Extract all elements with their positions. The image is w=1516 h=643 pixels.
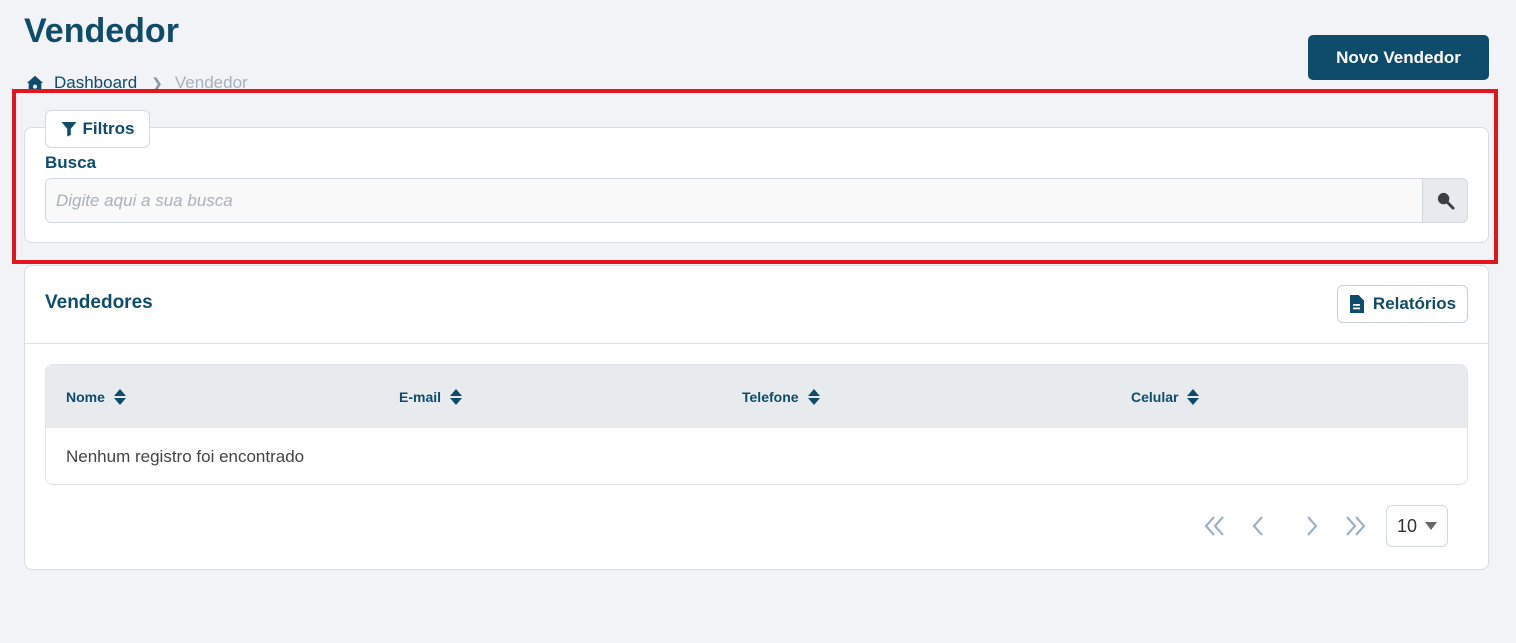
search-label: Busca bbox=[45, 153, 97, 172]
filters-tab[interactable]: Filtros bbox=[45, 110, 150, 148]
column-header-email[interactable]: E-mail bbox=[399, 365, 463, 428]
filter-icon bbox=[61, 122, 77, 137]
card-title: Vendedores bbox=[45, 292, 153, 313]
reports-button[interactable]: Relatórios bbox=[1337, 285, 1468, 323]
chevron-left-icon bbox=[1252, 516, 1263, 536]
breadcrumb-current: Vendedor bbox=[174, 73, 248, 92]
column-header-telefone[interactable]: Telefone bbox=[742, 365, 820, 428]
column-header-celular[interactable]: Celular bbox=[1131, 365, 1200, 428]
search-button[interactable] bbox=[1422, 179, 1467, 222]
double-chevron-right-icon bbox=[1346, 516, 1366, 536]
empty-message: Nenhum registro foi encontrado bbox=[66, 447, 305, 466]
page-title: Vendedor bbox=[24, 12, 179, 50]
column-header-label: Nome bbox=[66, 388, 105, 405]
page-size-value: 10 bbox=[1397, 515, 1418, 536]
next-page-button[interactable] bbox=[1299, 512, 1325, 540]
vendedores-table: Nome E-mail Telefone Celular Nenhum regi… bbox=[45, 364, 1468, 485]
home-icon[interactable] bbox=[26, 74, 44, 92]
column-header-label: E-mail bbox=[399, 388, 442, 405]
last-page-button[interactable] bbox=[1342, 512, 1368, 540]
new-vendedor-button[interactable]: Novo Vendedor bbox=[1308, 35, 1489, 80]
previous-page-button[interactable] bbox=[1245, 512, 1271, 540]
sort-icon bbox=[1187, 388, 1200, 405]
page-size-select[interactable]: 10 bbox=[1386, 505, 1448, 547]
sort-icon bbox=[807, 388, 820, 405]
search-field bbox=[45, 178, 1468, 223]
search-input[interactable] bbox=[46, 179, 1422, 222]
column-header-label: Celular bbox=[1131, 388, 1179, 405]
sort-icon bbox=[450, 388, 463, 405]
file-report-icon bbox=[1349, 295, 1364, 313]
chevron-right-icon bbox=[1307, 516, 1318, 536]
table-header: Nome E-mail Telefone Celular bbox=[46, 365, 1467, 428]
double-chevron-left-icon bbox=[1204, 516, 1224, 536]
breadcrumb: Dashboard ❯ Vendedor bbox=[26, 73, 248, 93]
column-header-nome[interactable]: Nome bbox=[66, 365, 126, 428]
column-header-label: Telefone bbox=[742, 388, 799, 405]
reports-button-label: Relatórios bbox=[1372, 294, 1457, 313]
caret-down-icon bbox=[1425, 522, 1438, 530]
filters-tab-label: Filtros bbox=[82, 119, 135, 138]
first-page-button[interactable] bbox=[1202, 512, 1228, 540]
search-icon bbox=[1437, 192, 1455, 210]
chevron-right-icon: ❯ bbox=[151, 74, 163, 91]
sort-icon bbox=[113, 388, 126, 405]
breadcrumb-dashboard-link[interactable]: Dashboard bbox=[54, 73, 137, 93]
divider bbox=[25, 343, 1488, 344]
